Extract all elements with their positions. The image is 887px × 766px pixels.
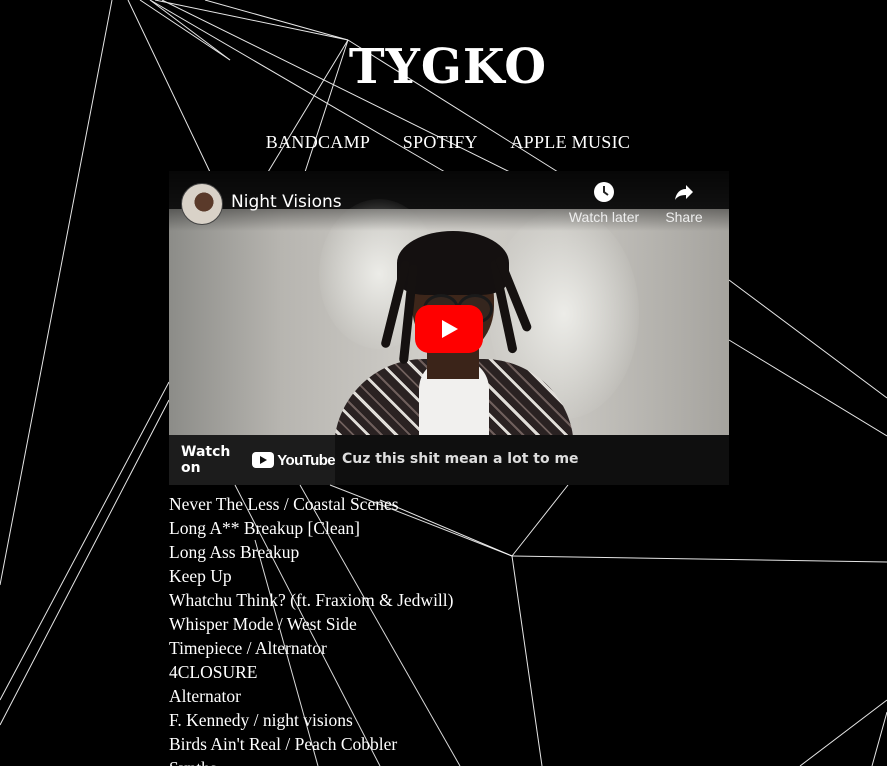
nav-link-spotify[interactable]: SPOTIFY xyxy=(403,132,478,153)
track-list: Never The Less / Coastal Scenes Long A**… xyxy=(169,492,453,766)
track-item[interactable]: Whatchu Think? (ft. Fraxiom & Jedwill) xyxy=(169,588,453,612)
track-item[interactable]: Birds Ain't Real / Peach Cobbler xyxy=(169,732,453,756)
youtube-wordmark: YouTube xyxy=(277,451,335,469)
track-item[interactable]: Never The Less / Coastal Scenes xyxy=(169,492,453,516)
track-item[interactable]: Long A** Breakup [Clean] xyxy=(169,516,453,540)
video-caption: Cuz this shit mean a lot to me xyxy=(342,451,579,467)
clock-icon xyxy=(594,182,614,202)
track-item[interactable]: Synths xyxy=(169,756,453,766)
watch-on-youtube-button[interactable]: Watch on YouTube xyxy=(169,435,336,485)
track-item[interactable]: Alternator xyxy=(169,684,453,708)
share-label: Share xyxy=(665,209,703,225)
main-nav: BANDCAMP SPOTIFY APPLE MUSIC xyxy=(0,132,887,153)
watch-later-button[interactable]: Watch later xyxy=(564,181,644,225)
nav-link-apple-music[interactable]: APPLE MUSIC xyxy=(510,132,630,153)
track-item[interactable]: Long Ass Breakup xyxy=(169,540,453,564)
track-item[interactable]: Whisper Mode / West Side xyxy=(169,612,453,636)
youtube-embed[interactable]: Night Visions Watch later Share Watch on… xyxy=(169,171,729,485)
track-item[interactable]: Timepiece / Alternator xyxy=(169,636,453,660)
track-item[interactable]: 4CLOSURE xyxy=(169,660,453,684)
video-title[interactable]: Night Visions xyxy=(231,192,342,212)
track-item[interactable]: Keep Up xyxy=(169,564,453,588)
channel-avatar[interactable] xyxy=(181,183,223,225)
play-icon xyxy=(442,320,458,338)
share-button[interactable]: Share xyxy=(656,181,712,225)
site-title: TYGKO xyxy=(348,39,548,95)
play-button[interactable] xyxy=(415,305,483,353)
watch-on-label: Watch on xyxy=(181,444,231,476)
youtube-logo: YouTube xyxy=(252,451,336,469)
video-header: Night Visions Watch later Share xyxy=(169,171,729,231)
video-footer: Watch on YouTube Cuz this shit mean a lo… xyxy=(169,435,729,485)
watch-later-label: Watch later xyxy=(568,209,640,225)
track-item[interactable]: F. Kennedy / night visions xyxy=(169,708,453,732)
share-icon xyxy=(675,185,693,200)
youtube-play-icon xyxy=(252,452,275,468)
nav-link-bandcamp[interactable]: BANDCAMP xyxy=(266,132,370,153)
